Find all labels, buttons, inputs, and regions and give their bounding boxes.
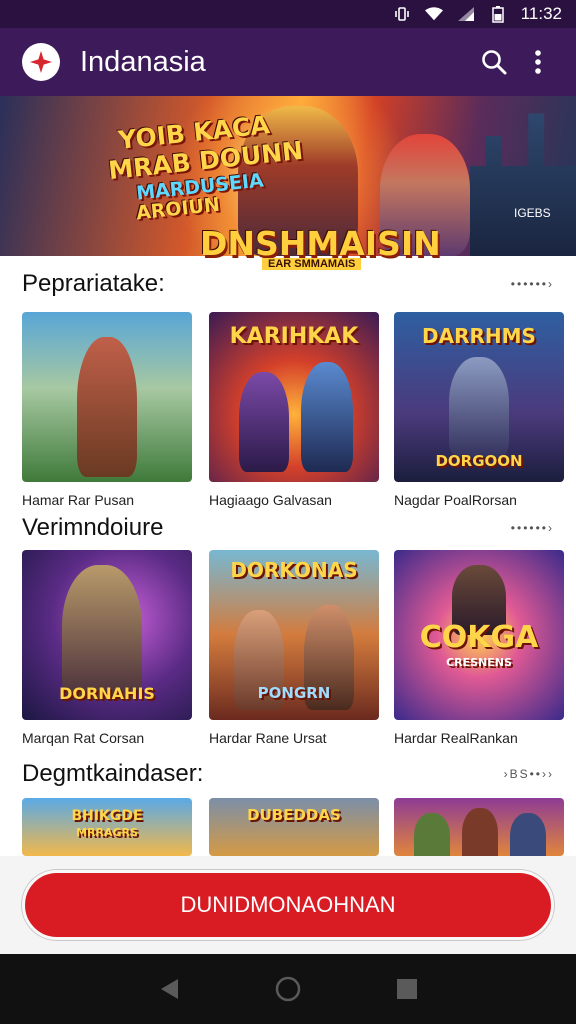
star-logo-icon	[30, 51, 52, 73]
game-card[interactable]: DUBEDDAS	[209, 798, 379, 856]
thumbnail-subtitle: MRRAGRS	[76, 826, 138, 839]
recents-button[interactable]	[387, 969, 427, 1009]
character-art	[62, 565, 142, 700]
section-header: Verimndoiure ••••••›	[22, 514, 554, 542]
hero-corner-tag: IGEBS	[514, 206, 551, 220]
thumbnail-title: COKGA	[419, 620, 539, 655]
game-card[interactable]: DORNAHIS Marqan Rat Corsan	[22, 550, 192, 746]
section-more-link[interactable]: ••••••›	[511, 521, 554, 535]
game-thumbnail: DUBEDDAS	[209, 798, 379, 856]
home-icon	[275, 976, 301, 1002]
character-art	[510, 813, 546, 856]
thumbnail-title: DORKONAS	[230, 558, 358, 582]
game-thumbnail: DORNAHIS	[22, 550, 192, 720]
thumbnail-subtitle: PONGRN	[257, 684, 331, 702]
game-card[interactable]	[394, 798, 564, 856]
more-options-button[interactable]	[516, 40, 560, 84]
app-title: Indanasia	[80, 45, 206, 78]
character-art	[449, 357, 509, 457]
game-card[interactable]: BHIKGDE MRRAGRS	[22, 798, 192, 856]
thumbnail-title: DARRHMS	[422, 324, 536, 348]
section-more-link[interactable]: ›BS••››	[504, 767, 554, 781]
thumbnail-subtitle: CRESNENS	[446, 656, 512, 669]
game-title: Nagdar PoalRorsan	[394, 492, 517, 508]
search-icon	[482, 50, 507, 75]
game-card[interactable]: Hamar Rar Pusan	[22, 312, 192, 508]
game-title: Hardar Rane Ursat	[209, 730, 327, 746]
thumbnail-title: BHIKGDE	[71, 808, 143, 824]
game-title: Hardar RealRankan	[394, 730, 518, 746]
section-more-link[interactable]: ••••••›	[511, 277, 554, 291]
game-title: Hamar Rar Pusan	[22, 492, 135, 508]
section-title: Peprariatake:	[22, 270, 165, 297]
app-bar: Indanasia	[0, 28, 576, 96]
wifi-icon	[424, 5, 443, 23]
character-art	[462, 808, 498, 856]
game-thumbnail: COKGA CRESNENS	[394, 550, 564, 720]
app-logo[interactable]	[22, 43, 60, 81]
thumbnail-title: DORNAHIS	[59, 684, 155, 703]
signal-icon	[457, 5, 475, 23]
game-title: Hagiaago Galvasan	[209, 492, 332, 508]
character-art	[414, 813, 450, 856]
character-art	[77, 337, 137, 477]
game-thumbnail	[22, 312, 192, 482]
game-thumbnail: DARRHMS DORGOON	[394, 312, 564, 482]
game-title: Marqan Rat Corsan	[22, 730, 145, 746]
game-card[interactable]: KARIHKAK Hagiaago Galvasan	[209, 312, 379, 508]
section-header: Peprariatake: ••••••›	[22, 270, 554, 298]
more-vert-icon	[535, 50, 541, 74]
game-card[interactable]: COKGA CRESNENS Hardar RealRankan	[394, 550, 564, 746]
back-icon	[161, 979, 179, 999]
game-card[interactable]: DORKONAS PONGRN Hardar Rane Ursat	[209, 550, 379, 746]
thumbnail-title: KARIHKAK	[229, 324, 359, 349]
thumbnail-title: DUBEDDAS	[247, 806, 341, 824]
game-thumbnail: KARIHKAK	[209, 312, 379, 482]
hero-castle-art	[470, 113, 576, 256]
status-bar: 11:32	[0, 0, 576, 28]
thumbnail-subtitle: DORGOON	[435, 452, 523, 470]
status-time: 11:32	[520, 4, 562, 23]
hero-brand-sub: EAR SMMAMAIS	[262, 258, 362, 270]
back-button[interactable]	[149, 969, 189, 1009]
game-thumbnail: BHIKGDE MRRAGRS	[22, 798, 192, 856]
system-nav-bar	[0, 954, 576, 1024]
download-button[interactable]: DUNIDMONAOHNAN	[22, 870, 554, 940]
game-card[interactable]: DARRHMS DORGOON Nagdar PoalRorsan	[394, 312, 564, 508]
recents-icon	[396, 979, 417, 999]
home-button[interactable]	[268, 969, 308, 1009]
section-title: Degmtkaindaser:	[22, 760, 204, 787]
section-header: Degmtkaindaser: ›BS••››	[22, 760, 554, 788]
battery-icon	[489, 5, 507, 23]
character-art	[239, 372, 289, 472]
game-thumbnail	[394, 798, 564, 856]
vibrate-icon	[393, 5, 411, 23]
game-thumbnail: DORKONAS PONGRN	[209, 550, 379, 720]
character-art	[301, 362, 353, 472]
search-button[interactable]	[472, 40, 516, 84]
section-title: Verimndoiure	[22, 514, 164, 541]
